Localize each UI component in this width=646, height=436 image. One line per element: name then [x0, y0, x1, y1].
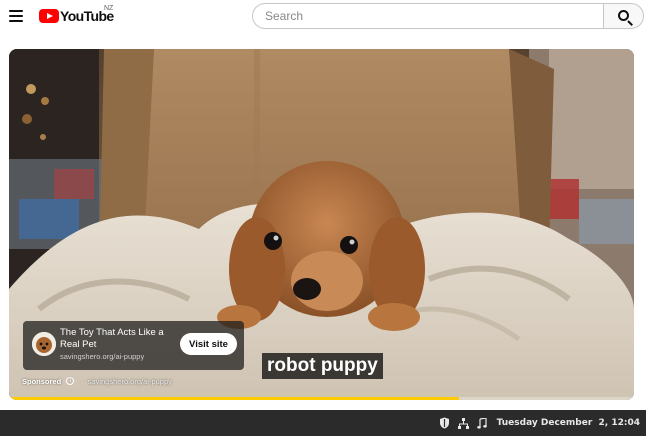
separator-dot: ·: [81, 376, 84, 386]
shield-icon[interactable]: [439, 417, 450, 429]
sponsored-label: Sponsored: [22, 376, 62, 386]
hamburger-menu-icon[interactable]: [9, 10, 23, 22]
clock[interactable]: Tuesday December 2, 12:04: [497, 418, 640, 428]
region-code: NZ: [104, 5, 114, 12]
search-button[interactable]: [603, 3, 644, 29]
youtube-play-icon: [39, 9, 59, 23]
puppy-thumbnail-icon: [32, 332, 56, 356]
visit-site-button[interactable]: Visit site: [180, 333, 237, 355]
advertiser-avatar: [32, 332, 56, 356]
search-box: [252, 3, 604, 29]
system-tray: Tuesday December 2, 12:04: [439, 410, 640, 436]
ad-title[interactable]: The Toy That Acts Like a Real Pet: [60, 327, 172, 351]
music-note-icon[interactable]: [476, 417, 487, 429]
ad-overlay-card[interactable]: The Toy That Acts Like a Real Pet saving…: [23, 321, 244, 370]
network-icon[interactable]: [457, 417, 469, 429]
masthead: YouTube NZ: [0, 0, 646, 34]
info-icon[interactable]: i: [66, 377, 75, 385]
search-icon: [618, 10, 629, 21]
sponsored-row: Sponsored i · savingshero.org/ai-puppy: [22, 375, 172, 387]
youtube-logo[interactable]: YouTube: [39, 7, 114, 25]
system-taskbar: Tuesday December 2, 12:04: [0, 410, 646, 436]
ad-url: savingshero.org/ai-puppy: [60, 352, 145, 361]
video-caption: robot puppy: [262, 353, 383, 379]
sponsored-url[interactable]: savingshero.org/ai-puppy: [88, 377, 172, 386]
search-input[interactable]: [253, 4, 604, 28]
video-player[interactable]: The Toy That Acts Like a Real Pet saving…: [9, 49, 634, 400]
progress-bar[interactable]: [9, 397, 634, 400]
progress-fill: [9, 397, 459, 400]
